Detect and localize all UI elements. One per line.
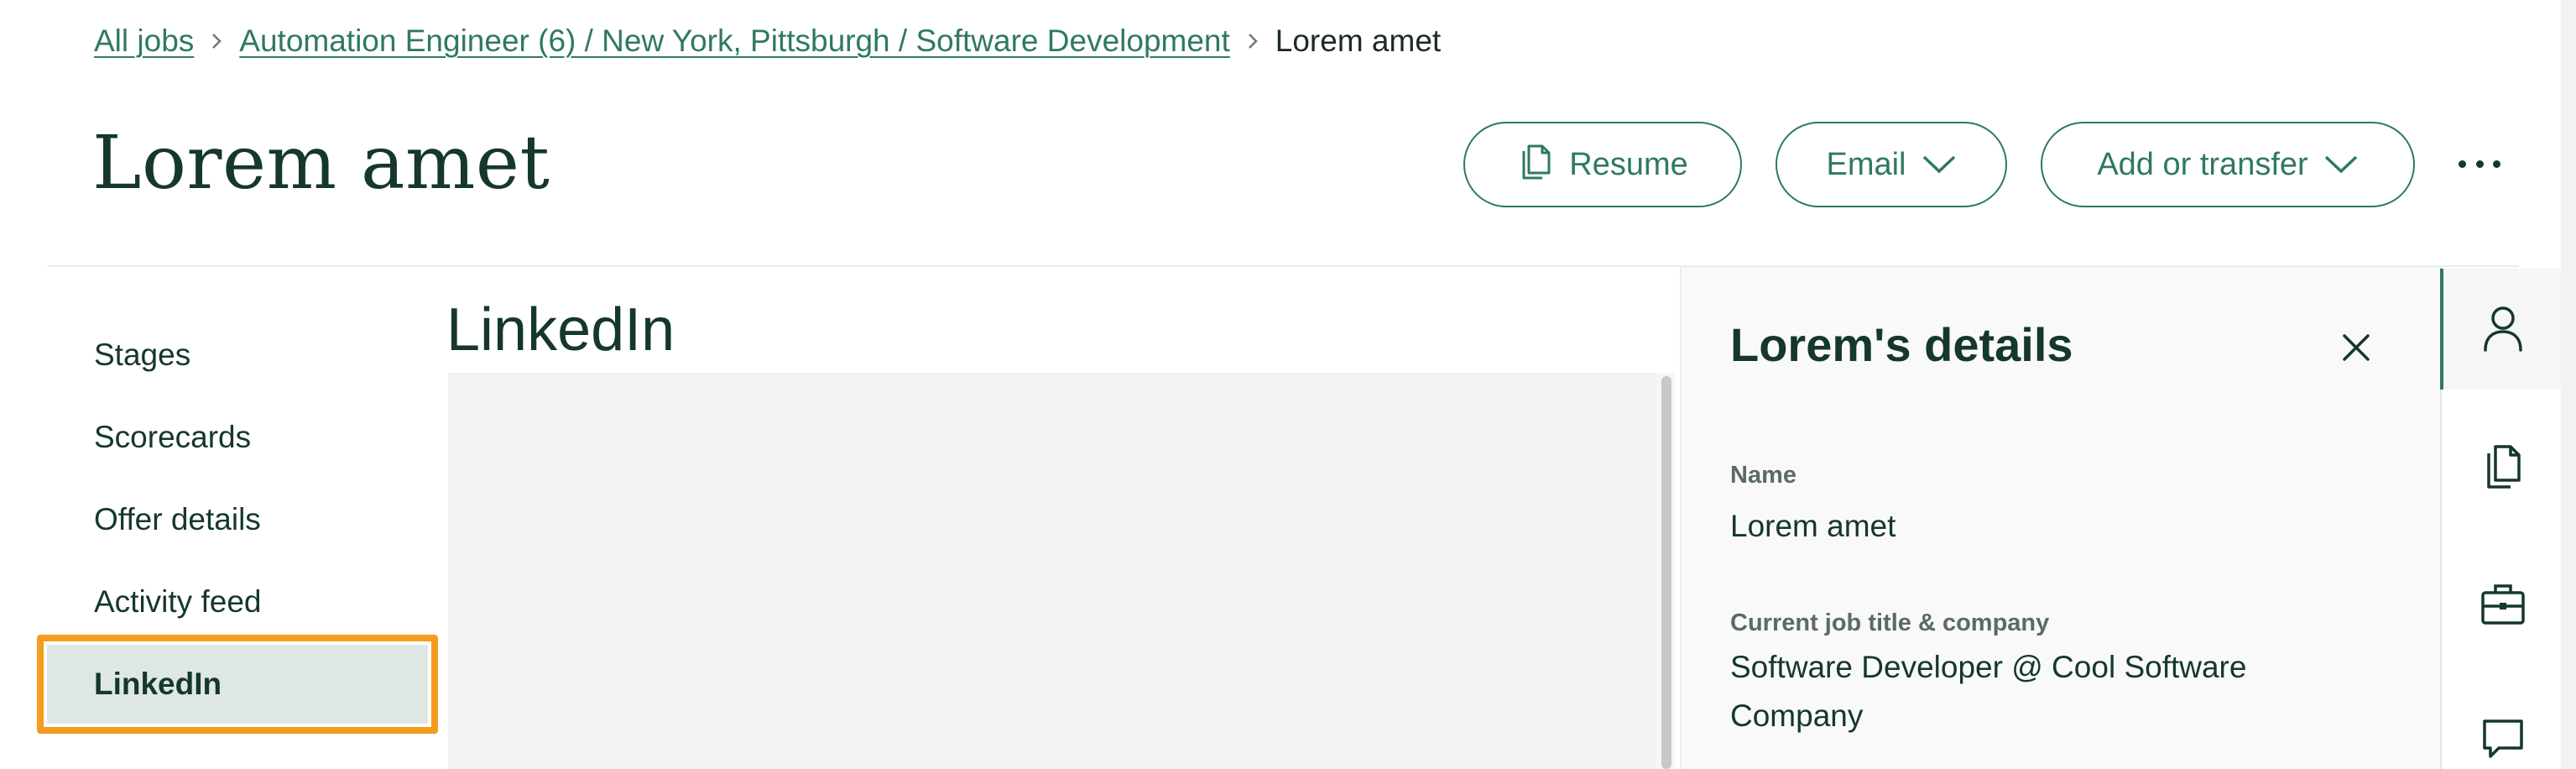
person-icon[interactable] — [2475, 301, 2531, 356]
more-options-icon[interactable] — [2459, 147, 2500, 180]
breadcrumb-job-link[interactable]: Automation Engineer (6) / New York, Pitt… — [239, 24, 1230, 59]
documents-icon — [1517, 139, 1554, 190]
sidebar-item-activity-feed[interactable]: Activity feed — [94, 584, 261, 620]
details-title: Lorem's details — [1730, 318, 2073, 371]
email-button-label: Email — [1826, 146, 1906, 182]
briefcase-icon[interactable] — [2475, 576, 2531, 631]
sidebar-item-scorecards[interactable]: Scorecards — [94, 420, 251, 455]
scrollbar[interactable] — [1661, 376, 1671, 769]
add-or-transfer-button-label: Add or transfer — [2097, 146, 2308, 182]
linkedin-content-frame — [448, 373, 1656, 769]
field-value-name: Lorem amet — [1730, 509, 1896, 543]
resume-button[interactable]: Resume — [1463, 122, 1742, 207]
sidebar-item-linkedin[interactable]: LinkedIn — [47, 645, 428, 724]
chevron-down-icon — [1922, 147, 1957, 183]
chevron-down-icon — [2323, 147, 2359, 183]
highlight-outline: LinkedIn — [37, 635, 438, 734]
chevron-right-icon — [1247, 32, 1259, 50]
chevron-right-icon — [211, 32, 222, 50]
field-value-job-title: Software Developer @ Cool Software Compa… — [1730, 650, 2247, 733]
breadcrumb-current: Lorem amet — [1275, 24, 1442, 58]
close-icon[interactable] — [2338, 329, 2375, 366]
sidebar-item-offer-details[interactable]: Offer details — [94, 502, 261, 537]
page-title: Lorem amet — [92, 119, 550, 206]
sidebar-item-stages[interactable]: Stages — [94, 337, 190, 373]
breadcrumb: All jobs Automation Engineer (6) / New Y… — [94, 20, 1441, 62]
resume-button-label: Resume — [1569, 146, 1688, 182]
field-label-job-title: Current job title & company — [1730, 609, 2050, 636]
chat-icon[interactable] — [2475, 712, 2531, 767]
email-button[interactable]: Email — [1776, 122, 2007, 207]
breadcrumb-all-jobs-link[interactable]: All jobs — [94, 24, 194, 59]
documents-icon[interactable] — [2475, 438, 2531, 494]
section-heading: LinkedIn — [446, 296, 675, 364]
field-label-name: Name — [1730, 462, 1796, 489]
rail-active-indicator — [2440, 269, 2443, 390]
add-or-transfer-button[interactable]: Add or transfer — [2041, 122, 2415, 207]
page-edge — [2561, 0, 2576, 769]
